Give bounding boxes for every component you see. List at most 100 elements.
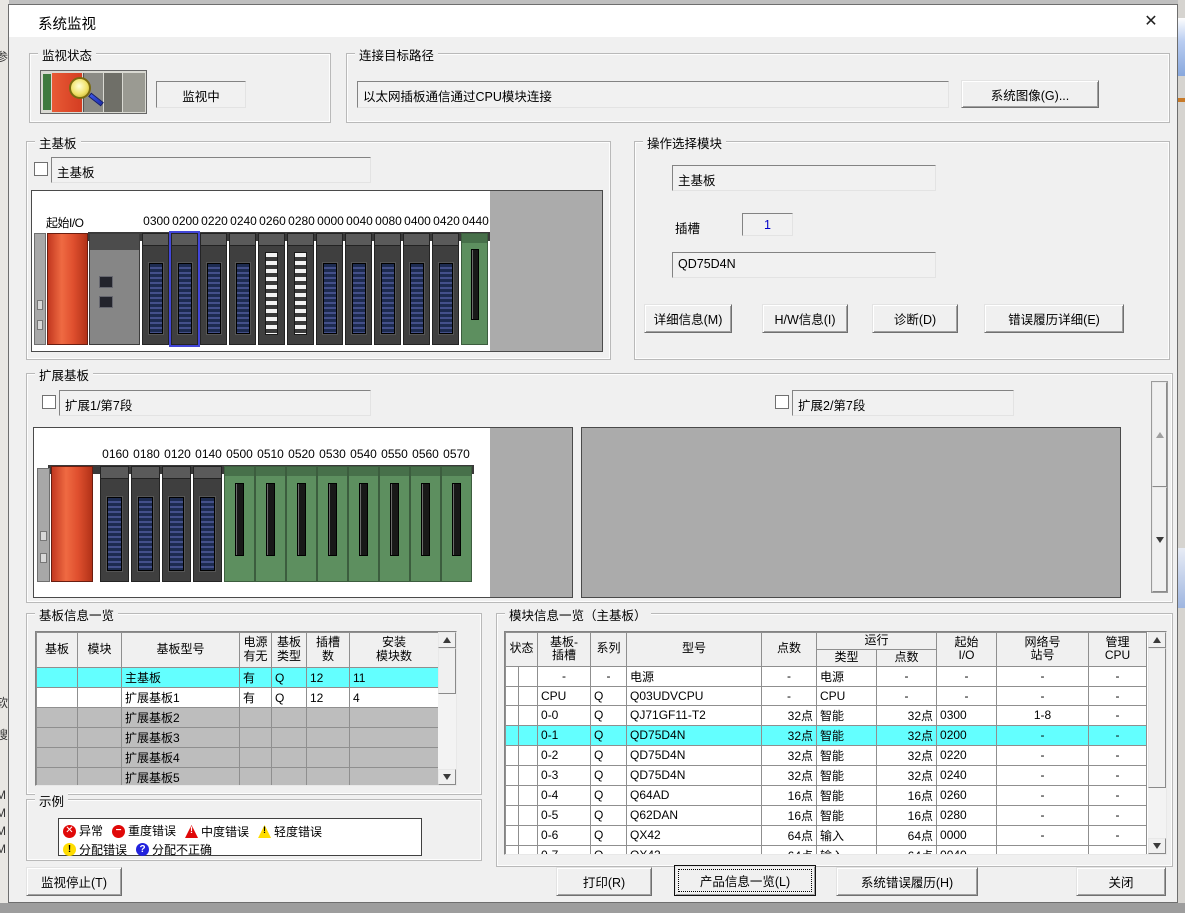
table-cell[interactable]: - (997, 825, 1089, 845)
scroll-down-button[interactable] (1152, 487, 1167, 592)
table-cell[interactable] (506, 725, 519, 745)
table-cell[interactable]: 扩展基板3 (122, 728, 240, 748)
scroll-down-button[interactable] (438, 769, 456, 785)
table-cell[interactable]: 64点 (877, 825, 937, 845)
table-cell[interactable]: - (937, 666, 997, 686)
table-cell[interactable]: - (538, 666, 591, 686)
system-image-button[interactable]: 系统图像(G)... (961, 80, 1099, 108)
table-cell[interactable]: 输入 (817, 825, 877, 845)
module-info-row[interactable]: CPUQQ03UDVCPU-CPU---- (506, 686, 1147, 705)
table-cell[interactable] (37, 748, 78, 768)
table-cell[interactable]: 扩展基板4 (122, 748, 240, 768)
table-cell[interactable]: 12 (307, 688, 350, 708)
product-info-list-button[interactable]: 产品信息一览(L) (674, 865, 816, 896)
table-cell[interactable]: 扩展基板2 (122, 708, 240, 728)
table-cell[interactable]: - (997, 745, 1089, 765)
table-cell[interactable]: 0300 (937, 705, 997, 725)
table-cell[interactable]: 输入 (817, 845, 877, 855)
table-cell[interactable]: - (937, 686, 997, 705)
base-table-scrollbar[interactable] (438, 632, 456, 785)
table-cell[interactable] (240, 748, 272, 768)
table-cell[interactable]: Q03UDVCPU (627, 686, 762, 705)
table-cell[interactable] (307, 748, 350, 768)
rack-slot-0530[interactable] (317, 466, 348, 582)
table-cell[interactable]: 智能 (817, 785, 877, 805)
table-cell[interactable]: 0-4 (538, 785, 591, 805)
table-cell[interactable]: 0-0 (538, 705, 591, 725)
table-cell[interactable] (506, 805, 519, 825)
table-cell[interactable]: 0260 (937, 785, 997, 805)
table-cell[interactable]: - (1089, 765, 1147, 785)
table-cell[interactable] (37, 768, 78, 787)
table-cell[interactable]: 智能 (817, 705, 877, 725)
table-cell[interactable]: - (997, 666, 1089, 686)
table-cell[interactable]: Q62DAN (627, 805, 762, 825)
table-cell[interactable]: 32点 (762, 705, 817, 725)
table-cell[interactable]: 电源 (627, 666, 762, 686)
connection-path-field[interactable]: 以太网插板通信通过CPU模块连接 (357, 81, 949, 108)
table-cell[interactable]: 32点 (877, 765, 937, 785)
scrollbar-thumb[interactable] (438, 648, 456, 694)
table-cell[interactable]: Q (591, 745, 627, 765)
cpu-module[interactable] (89, 233, 140, 345)
table-cell[interactable]: - (762, 666, 817, 686)
table-cell[interactable] (307, 728, 350, 748)
table-cell[interactable]: - (877, 686, 937, 705)
table-cell[interactable]: 0240 (937, 765, 997, 785)
table-cell[interactable]: - (997, 765, 1089, 785)
table-cell[interactable] (37, 728, 78, 748)
table-cell[interactable]: - (1089, 686, 1147, 705)
table-cell[interactable]: QD75D4N (627, 725, 762, 745)
table-cell[interactable] (272, 728, 307, 748)
table-cell[interactable]: Q (591, 785, 627, 805)
hw-info-button[interactable]: H/W信息(I) (762, 304, 848, 333)
rack-slot-0260[interactable] (258, 233, 285, 345)
table-cell[interactable] (307, 768, 350, 787)
print-button[interactable]: 打印(R) (556, 867, 652, 896)
base-info-row[interactable]: 扩展基板3 (37, 728, 439, 748)
table-cell[interactable] (506, 785, 519, 805)
rack-slot-0520[interactable] (286, 466, 317, 582)
table-cell[interactable]: 4 (350, 688, 439, 708)
table-cell[interactable]: - (1089, 666, 1147, 686)
diagnostics-button[interactable]: 诊断(D) (872, 304, 958, 333)
table-cell[interactable] (506, 666, 519, 686)
table-cell[interactable] (37, 668, 78, 688)
table-cell[interactable]: - (1089, 725, 1147, 745)
table-cell[interactable]: 电源 (817, 666, 877, 686)
rack-slot-0200[interactable] (171, 233, 198, 345)
module-info-row[interactable]: 0-6QQX4264点输入64点0000-- (506, 825, 1147, 845)
module-info-row[interactable]: 0-4QQ64AD16点智能16点0260-- (506, 785, 1147, 805)
table-cell[interactable] (506, 686, 519, 705)
rack-slot-0570[interactable] (441, 466, 472, 582)
rack-slot-0220[interactable] (200, 233, 227, 345)
table-cell[interactable]: - (997, 686, 1089, 705)
close-dialog-button[interactable]: 关闭 (1076, 867, 1166, 896)
table-cell[interactable]: 16点 (877, 785, 937, 805)
table-cell[interactable]: - (877, 666, 937, 686)
table-cell[interactable]: 16点 (877, 805, 937, 825)
table-cell[interactable]: Q (272, 688, 307, 708)
table-cell[interactable]: 扩展基板1 (122, 688, 240, 708)
table-cell[interactable]: 扩展基板5 (122, 768, 240, 787)
table-cell[interactable]: 0-7 (538, 845, 591, 855)
table-cell[interactable]: - (997, 805, 1089, 825)
table-cell[interactable]: 智能 (817, 805, 877, 825)
table-cell[interactable]: 64点 (762, 825, 817, 845)
table-cell[interactable]: Q (591, 686, 627, 705)
table-cell[interactable] (240, 768, 272, 787)
table-cell[interactable]: - (1089, 785, 1147, 805)
table-cell[interactable] (350, 708, 439, 728)
module-info-row[interactable]: 0-3QQD75D4N32点智能32点0240-- (506, 765, 1147, 785)
table-cell[interactable]: 0-1 (538, 725, 591, 745)
rack-slot-0080[interactable] (374, 233, 401, 345)
rack-slot-0440[interactable] (461, 233, 488, 345)
table-cell[interactable] (37, 708, 78, 728)
extension-scrollbar[interactable] (1151, 381, 1168, 593)
table-cell[interactable]: Q (272, 668, 307, 688)
table-cell[interactable]: 64点 (762, 845, 817, 855)
module-info-row[interactable]: 0-2QQD75D4N32点智能32点0220-- (506, 745, 1147, 765)
table-cell[interactable]: QD75D4N (627, 745, 762, 765)
table-cell[interactable]: 0-2 (538, 745, 591, 765)
rack-slot-0160[interactable] (100, 466, 129, 582)
